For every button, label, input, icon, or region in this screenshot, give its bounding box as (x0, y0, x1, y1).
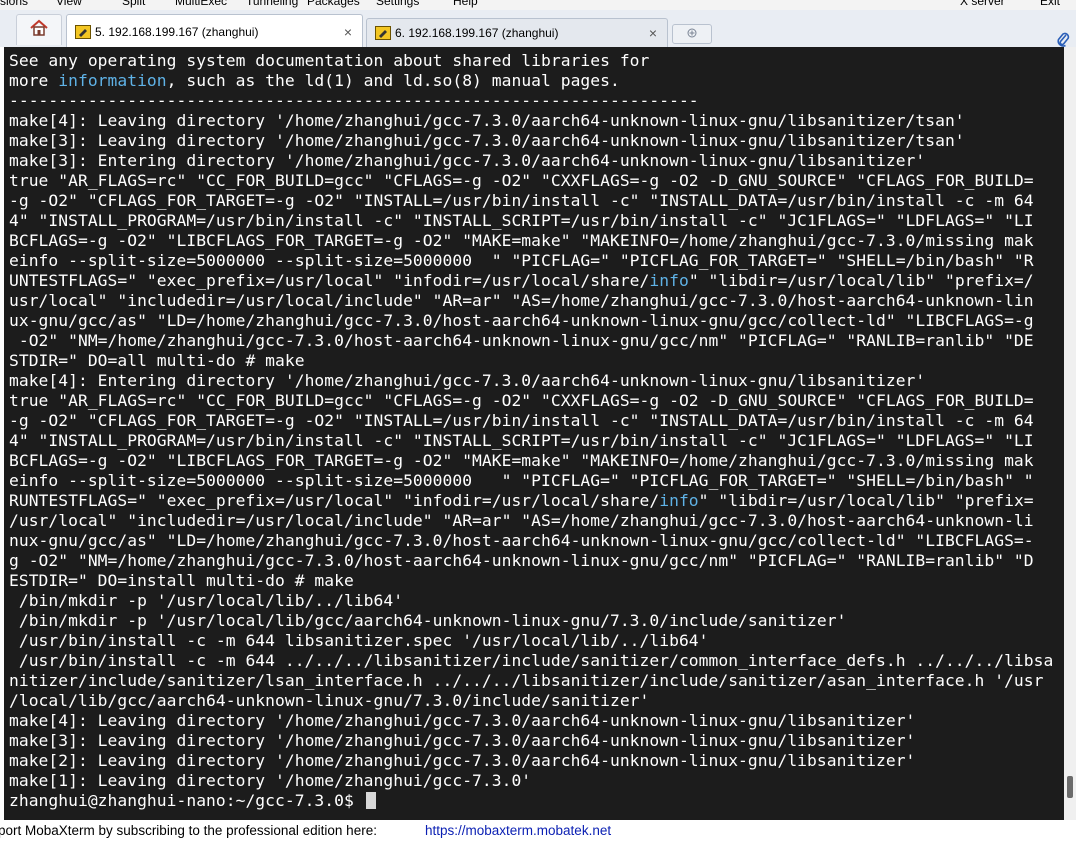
terminal-line: true "AR_FLAGS=rc" "CC_FOR_BUILD=gcc" "C… (9, 391, 1034, 410)
terminal-line: nux-gnu/gcc/as" "LD=/home/zhanghui/gcc-7… (9, 531, 1034, 550)
menu-bar: sions View Split MultiExec Tunneling Pac… (0, 0, 1076, 10)
terminal-line: See any operating system documentation a… (9, 51, 650, 70)
terminal-line: ux-gnu/gcc/as" "LD=/home/zhanghui/gcc-7.… (9, 311, 1034, 330)
promo-text: port MobaXterm by subscribing to the pro… (0, 823, 377, 838)
menu-sessions[interactable]: sions (0, 0, 28, 8)
terminal-line: usr/local" "includedir=/usr/local/includ… (9, 291, 1034, 310)
terminal-line: -g -O2" "CFLAGS_FOR_TARGET=-g -O2" "INST… (9, 191, 1034, 210)
terminal-line: 4" "INSTALL_PROGRAM=/usr/bin/install -c"… (9, 211, 1034, 230)
terminal-line: ----------------------------------------… (9, 91, 699, 110)
terminal-line: ESTDIR=" DO=install multi-do # make (9, 571, 354, 590)
terminal-line: make[2]: Leaving directory '/home/zhangh… (9, 751, 916, 770)
home-tab-button[interactable] (16, 14, 62, 45)
terminal-line: 4" "INSTALL_PROGRAM=/usr/bin/install -c"… (9, 431, 1034, 450)
terminal-line: /bin/mkdir -p '/usr/local/lib/../lib64' (9, 591, 404, 610)
terminal-line: /usr/bin/install -c -m 644 ../../../libs… (9, 651, 1054, 670)
menu-tunneling[interactable]: Tunneling (246, 0, 298, 8)
close-icon[interactable]: × (344, 24, 352, 40)
terminal-line: make[1]: Leaving directory '/home/zhangh… (9, 771, 532, 790)
tab-session-5[interactable]: 5. 192.168.199.167 (zhanghui) × (66, 14, 363, 48)
terminal-prompt-line[interactable]: zhanghui@zhanghui-nano:~/gcc-7.3.0$ (9, 791, 1053, 811)
scrollbar-thumb[interactable] (1067, 776, 1073, 798)
highlighted-word: information (58, 71, 167, 90)
text-cursor (365, 792, 376, 809)
terminal-line: g -O2" "NM=/home/zhanghui/gcc-7.3.0/host… (9, 551, 1034, 570)
promo-link[interactable]: https://mobaxterm.mobatek.net (425, 820, 611, 842)
home-icon (29, 19, 49, 42)
terminal-line: make[4]: Entering directory '/home/zhang… (9, 371, 926, 390)
terminal-line: -O2" "NM=/home/zhanghui/gcc-7.3.0/host-a… (9, 331, 1034, 350)
menu-split[interactable]: Split (122, 0, 145, 8)
new-tab-icon (686, 25, 698, 43)
menu-x-server[interactable]: X server (960, 0, 1005, 8)
terminal-line: UNTESTFLAGS=" "exec_prefix=/usr/local" "… (9, 271, 1034, 290)
terminal-line: make[4]: Leaving directory '/home/zhangh… (9, 711, 916, 730)
pen-terminal-icon (75, 24, 91, 39)
terminal-line: make[3]: Leaving directory '/home/zhangh… (9, 131, 965, 150)
terminal-line: /bin/mkdir -p '/usr/local/lib/gcc/aarch6… (9, 611, 847, 630)
tab-label: 5. 192.168.199.167 (zhanghui) (95, 24, 259, 39)
terminal-line: more information, such as the ld(1) and … (9, 71, 620, 90)
tab-label: 6. 192.168.199.167 (zhanghui) (395, 26, 559, 40)
terminal-line: make[3]: Leaving directory '/home/zhangh… (9, 731, 916, 750)
highlighted-word: info (659, 491, 699, 510)
menu-settings[interactable]: Settings (376, 0, 419, 8)
terminal-line: /usr/bin/install -c -m 644 libsanitizer.… (9, 631, 709, 650)
menu-exit[interactable]: Exit (1040, 0, 1060, 8)
menu-view[interactable]: View (56, 0, 82, 8)
terminal-line: make[3]: Entering directory '/home/zhang… (9, 151, 926, 170)
menu-help[interactable]: Help (453, 0, 478, 8)
terminal-line: STDIR=" DO=all multi-do # make (9, 351, 305, 370)
tab-bar: 5. 192.168.199.167 (zhanghui) × 6. 192.1… (0, 10, 1076, 48)
terminal-line: true "AR_FLAGS=rc" "CC_FOR_BUILD=gcc" "C… (9, 171, 1034, 190)
highlighted-word: info (649, 271, 689, 290)
shell-prompt: zhanghui@zhanghui-nano:~/gcc-7.3.0$ (9, 791, 364, 810)
terminal-line: einfo --split-size=5000000 --split-size=… (9, 251, 1034, 270)
terminal-line: RUNTESTFLAGS=" "exec_prefix=/usr/local" … (9, 491, 1034, 510)
menu-multiexec[interactable]: MultiExec (175, 0, 227, 8)
menu-packages[interactable]: Packages (307, 0, 360, 8)
terminal-view[interactable]: See any operating system documentation a… (0, 47, 1064, 820)
close-icon[interactable]: × (649, 25, 657, 41)
terminal-line: nitizer/include/sanitizer/lsan_interface… (9, 671, 1044, 690)
terminal-line: BCFLAGS=-g -O2" "LIBCFLAGS_FOR_TARGET=-g… (9, 451, 1034, 470)
terminal-line: BCFLAGS=-g -O2" "LIBCFLAGS_FOR_TARGET=-g… (9, 231, 1034, 250)
tab-session-6[interactable]: 6. 192.168.199.167 (zhanghui) × (366, 18, 668, 47)
terminal-scrollbar[interactable] (1064, 47, 1076, 820)
terminal-line: -g -O2" "CFLAGS_FOR_TARGET=-g -O2" "INST… (9, 411, 1034, 430)
terminal-output: See any operating system documentation a… (9, 51, 1053, 811)
pen-terminal-icon (375, 26, 391, 40)
status-bar: port MobaXterm by subscribing to the pro… (0, 820, 1076, 843)
terminal-line: /local/lib/gcc/aarch64-unknown-linux-gnu… (9, 691, 650, 710)
terminal-line: /usr/local" "includedir=/usr/local/inclu… (9, 511, 1034, 530)
terminal-line: make[4]: Leaving directory '/home/zhangh… (9, 111, 965, 130)
terminal-line: einfo --split-size=5000000 --split-size=… (9, 471, 1034, 490)
new-tab-button[interactable] (672, 24, 712, 44)
